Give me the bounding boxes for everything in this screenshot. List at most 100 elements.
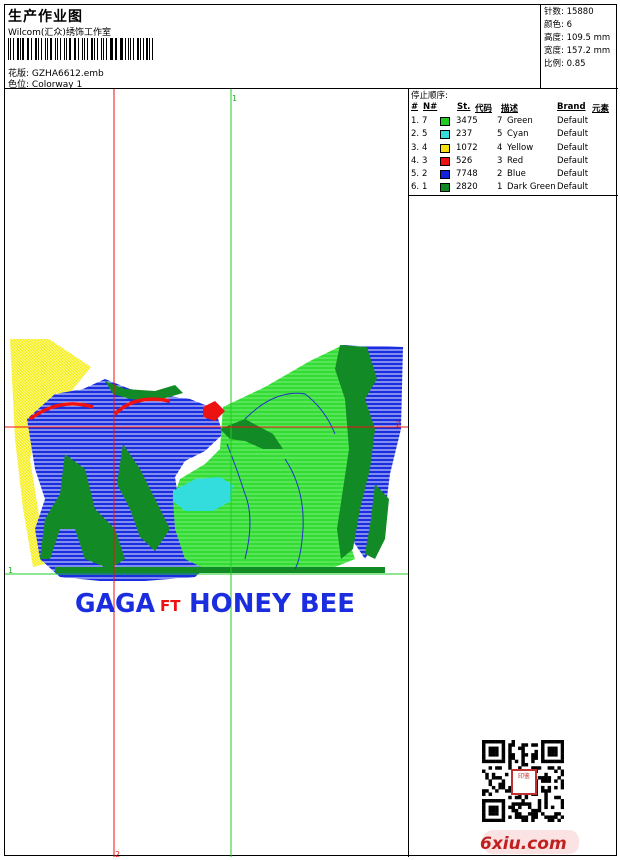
qr-module: [511, 802, 515, 806]
qr-module: [531, 759, 535, 764]
cell-desc: Green: [507, 116, 533, 126]
design-text-left: GAGA: [75, 589, 155, 619]
qr-module: [560, 749, 564, 754]
col-elem: 元素: [592, 104, 610, 114]
barcode-bar: [90, 38, 93, 60]
qr-module: [508, 746, 512, 751]
stat-stitches: 针数: 15880: [544, 7, 594, 17]
col-desc: 描述: [501, 104, 519, 114]
qr-module: [547, 818, 552, 822]
qr-module: [544, 740, 548, 744]
stat-height: 高度: 109.5 mm: [544, 33, 611, 43]
color-swatch: [440, 183, 450, 193]
qr-module: [482, 749, 486, 754]
qr-module: [537, 808, 542, 813]
qr-module: [560, 815, 564, 819]
qr-module: [482, 740, 486, 744]
qr-module: [531, 743, 535, 747]
qr-module: [508, 762, 512, 767]
qr-module: [531, 818, 535, 822]
qr-module: [511, 805, 515, 810]
qr-module: [554, 815, 558, 819]
stats-panel: 针数: 15880 颜色: 6 高度: 109.5 mm 宽度: 157.2 m…: [541, 5, 618, 89]
cell-seq: 6.: [411, 182, 420, 193]
qr-module: [482, 818, 486, 822]
qr-module: [482, 753, 486, 757]
barcode-bar: [56, 38, 58, 60]
barcode-bar: [38, 38, 40, 60]
qr-module: [495, 776, 499, 780]
qr-module: [501, 815, 506, 819]
cell-desc: Cyan: [507, 129, 529, 140]
qr-module: [557, 795, 561, 800]
qr-module: [491, 785, 496, 790]
barcode-bar: [44, 38, 47, 60]
qr-module: [508, 756, 512, 760]
qr-module: [495, 808, 499, 813]
qr-module: [541, 749, 545, 754]
qr-module: [501, 740, 506, 744]
qr-module: [531, 815, 535, 819]
qr-module: [524, 815, 529, 819]
barcode-bar: [109, 38, 111, 60]
qr-module: [491, 759, 496, 764]
qr-module: [482, 802, 486, 806]
qr-module: [544, 759, 548, 764]
color-sequence-table: 停止顺序: # N# St. 代码 描述 Brand 元素 1. 7 3475 7 Gr…: [409, 89, 618, 196]
qr-module: [560, 756, 564, 760]
barcode-bar: [130, 38, 132, 60]
table-row: 5. 2 7748 2 Blue Default: [409, 168, 618, 181]
cell-seq: 3.: [411, 142, 420, 153]
qr-module: [521, 759, 525, 764]
color-swatch: [440, 130, 450, 140]
qr-module: [518, 805, 522, 810]
qr-module: [495, 759, 499, 764]
stat-scale: 比例: 0.85: [544, 59, 586, 69]
qr-module: [544, 802, 548, 806]
qr-module: [491, 753, 496, 757]
qr-module: [527, 805, 532, 810]
red-fill: [203, 401, 225, 421]
qr-module: [550, 746, 555, 751]
qr-module: [488, 749, 493, 754]
marker-top: 1: [232, 94, 237, 103]
qr-module: [501, 756, 506, 760]
qr-module: [557, 776, 561, 780]
marker-right: 2: [396, 420, 401, 429]
qr-module: [560, 753, 564, 757]
cell-code: 2: [497, 169, 503, 180]
cell-no: 3: [422, 155, 428, 166]
barcode-bar: [35, 38, 38, 60]
qr-module: [554, 812, 558, 816]
qr-module: [488, 782, 493, 787]
qr-module: [521, 802, 525, 806]
qr-module: [518, 802, 522, 806]
qr-module: [495, 799, 499, 803]
qr-module: [524, 795, 529, 800]
marker-left: 1: [8, 566, 13, 575]
qr-module: [541, 789, 545, 793]
qr-module: [488, 779, 493, 783]
qr-module: [498, 759, 502, 764]
qr-module: [560, 769, 564, 773]
qr-module: [508, 805, 512, 810]
qr-module: [544, 772, 548, 777]
cell-seq: 2.: [411, 129, 420, 140]
cell-no: 4: [422, 142, 428, 153]
qr-module: [508, 753, 512, 757]
table-row: 1. 7 3475 7 Green Default: [409, 115, 618, 128]
cell-desc: Red: [507, 155, 524, 166]
qr-module: [488, 805, 493, 810]
cell-st: 2820: [456, 182, 478, 193]
qr-module: [511, 740, 515, 744]
barcode-bar: [128, 38, 130, 60]
cell-code: 7: [497, 116, 503, 126]
qr-module: [482, 815, 486, 819]
qr-module: [482, 812, 486, 816]
qr-module: [550, 805, 555, 810]
qr-module: [514, 812, 519, 816]
qr-module: [554, 779, 558, 783]
qr-module: [544, 779, 548, 783]
qr-module: [491, 749, 496, 754]
qr-module: [521, 753, 525, 757]
